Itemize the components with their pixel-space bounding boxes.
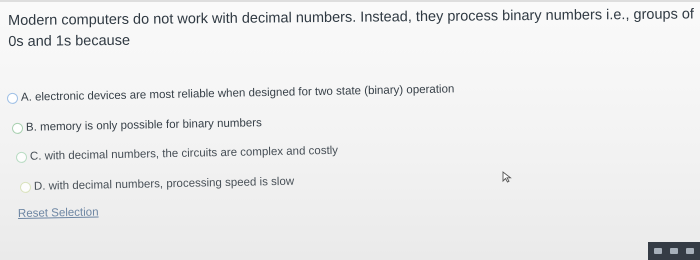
- network-icon: [654, 248, 662, 254]
- option-c-label: C. with decimal numbers, the circuits ar…: [29, 144, 339, 163]
- mouse-pointer-icon: [502, 171, 512, 183]
- radio-button-b[interactable]: [11, 122, 24, 134]
- option-d[interactable]: D. with decimal numbers, processing spee…: [19, 173, 295, 196]
- top-divider: [0, 0, 700, 2]
- reset-selection-link[interactable]: Reset Selection: [18, 206, 99, 220]
- volume-icon: [670, 248, 678, 254]
- quiz-page: Modern computers do not work with decima…: [0, 0, 700, 260]
- radio-button-c[interactable]: [15, 151, 28, 163]
- option-a-label: A. electronic devices are most reliable …: [20, 83, 455, 104]
- option-a[interactable]: A. electronic devices are most reliable …: [6, 80, 455, 107]
- option-b-label: B. memory is only possible for binary nu…: [25, 117, 262, 134]
- radio-button-d[interactable]: [19, 181, 32, 193]
- radio-button-a[interactable]: [6, 92, 19, 104]
- battery-icon: [686, 248, 694, 254]
- taskbar-tray: [648, 242, 700, 260]
- option-b[interactable]: B. memory is only possible for binary nu…: [11, 114, 262, 137]
- question-text: Modern computers do not work with decima…: [8, 6, 695, 50]
- option-d-label: D. with decimal numbers, processing spee…: [33, 175, 295, 193]
- option-c[interactable]: C. with decimal numbers, the circuits ar…: [15, 142, 339, 166]
